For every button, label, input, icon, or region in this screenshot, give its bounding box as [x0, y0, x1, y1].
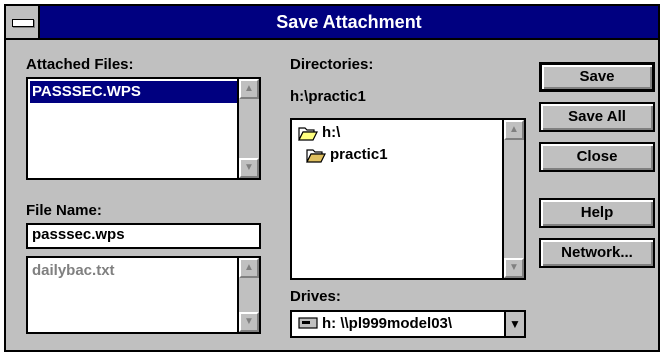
scroll-down-arrow-icon[interactable]: ▼: [239, 312, 259, 332]
window-title: Save Attachment: [276, 12, 422, 32]
save-all-button[interactable]: Save All: [539, 102, 655, 132]
directories-label: Directories:: [290, 56, 374, 73]
folder-icon: [306, 149, 326, 163]
folder-open-icon: [298, 127, 318, 141]
save-attachment-dialog: Save Attachment Attached Files: PASSSEC.…: [4, 4, 660, 352]
drives-label: Drives:: [290, 288, 341, 305]
list-item[interactable]: PASSSEC.WPS: [30, 81, 237, 103]
file-name-label: File Name:: [26, 202, 102, 219]
file-name-list-scrollbar[interactable]: ▲ ▼: [237, 258, 259, 332]
system-menu-icon[interactable]: [6, 6, 40, 38]
close-button[interactable]: Close: [539, 142, 655, 172]
file-name-list[interactable]: dailybac.txt ▲ ▼: [26, 256, 261, 334]
scroll-up-arrow-icon[interactable]: ▲: [504, 120, 524, 140]
attached-files-list[interactable]: PASSSEC.WPS ▲ ▼: [26, 77, 261, 180]
network-drive-icon: [298, 317, 318, 329]
drives-selected-value: h: \\pl999model03\: [322, 315, 453, 332]
save-button[interactable]: Save: [539, 62, 655, 92]
scroll-up-arrow-icon[interactable]: ▲: [239, 79, 259, 99]
directories-scrollbar[interactable]: ▲ ▼: [502, 120, 524, 278]
directory-item-root[interactable]: h:\: [298, 122, 340, 144]
title-bar: Save Attachment: [6, 6, 658, 40]
scroll-down-arrow-icon[interactable]: ▼: [239, 158, 259, 178]
list-item[interactable]: dailybac.txt: [30, 260, 115, 282]
scroll-up-arrow-icon[interactable]: ▲: [239, 258, 259, 278]
attached-files-scrollbar[interactable]: ▲ ▼: [237, 79, 259, 178]
scroll-down-arrow-icon[interactable]: ▼: [504, 258, 524, 278]
directory-item-practic1[interactable]: practic1: [306, 144, 388, 166]
attached-files-label: Attached Files:: [26, 56, 134, 73]
drives-dropdown[interactable]: h: \\pl999model03\ ▼: [290, 310, 526, 338]
directories-tree[interactable]: h:\ practic1 ▲ ▼: [290, 118, 526, 280]
help-button[interactable]: Help: [539, 198, 655, 228]
file-name-field[interactable]: passsec.wps: [26, 223, 261, 249]
dropdown-arrow-icon[interactable]: ▼: [504, 312, 524, 336]
current-directory-path: h:\practic1: [290, 88, 366, 105]
network-button[interactable]: Network...: [539, 238, 655, 268]
